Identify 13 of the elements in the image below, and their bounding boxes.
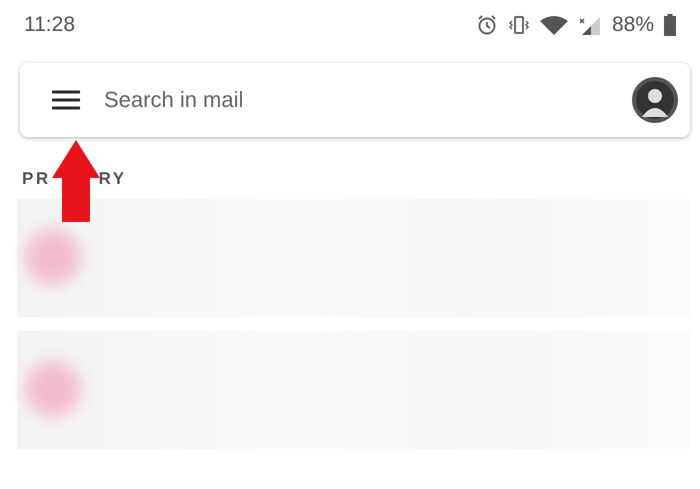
arrow-icon [52, 140, 100, 222]
search-field[interactable]: Search in mail [102, 86, 632, 114]
section-label: RY [98, 169, 127, 189]
battery-percent: 88% [612, 13, 654, 37]
search-bar[interactable]: Search in mail [20, 63, 690, 137]
status-time: 11:28 [24, 13, 75, 37]
avatar-icon[interactable] [632, 77, 678, 123]
wifi-icon [540, 15, 568, 35]
section-label: PR [22, 169, 51, 189]
alarm-icon [476, 14, 498, 36]
vibrate-icon [508, 14, 530, 36]
menu-icon[interactable] [52, 90, 80, 110]
battery-icon [664, 14, 676, 36]
